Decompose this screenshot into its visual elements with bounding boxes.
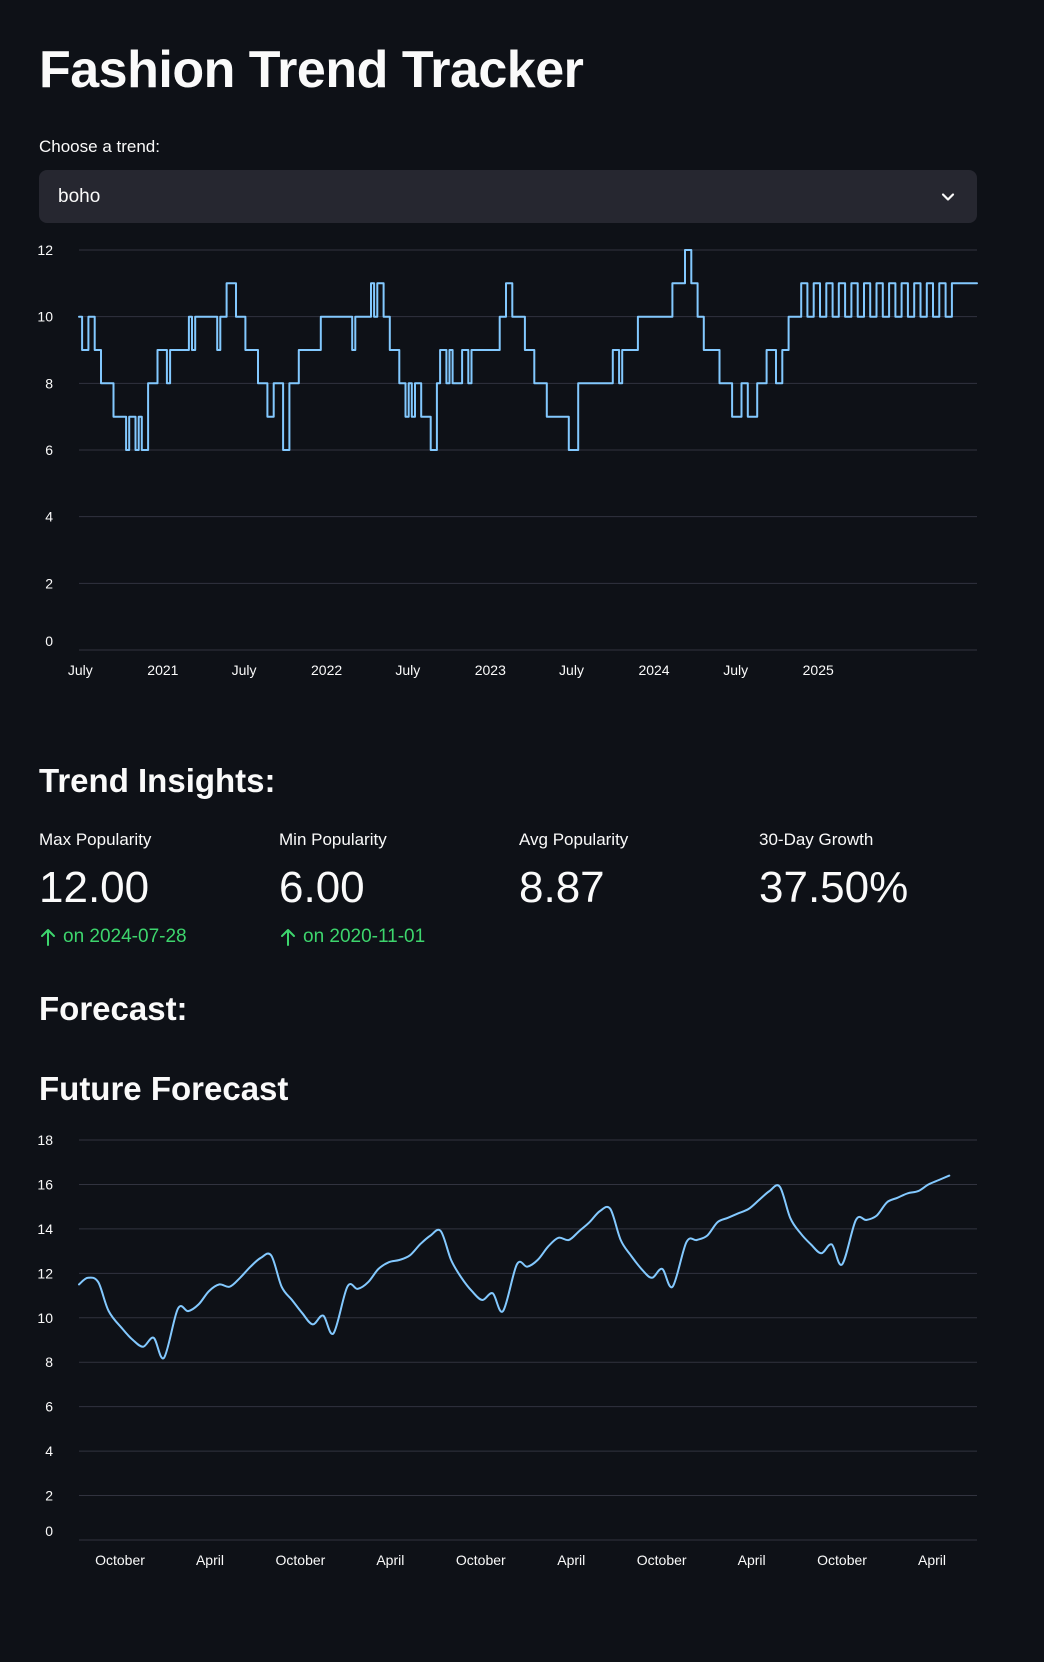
metric-value: 37.50% <box>759 863 909 912</box>
x-tick-label: October <box>817 1552 867 1568</box>
y-tick-label: 16 <box>37 1176 53 1192</box>
history-chart-svg: 0 2 4 6 8 10 12 July 2021 July 2022 July 2023 July 202… <box>37 242 978 678</box>
x-tick-label: October <box>95 1552 145 1568</box>
y-tick-label: 2 <box>45 1488 53 1504</box>
metric-min: Min Popularity 6.00 on 2020-11-01 <box>279 830 509 948</box>
page-title: Fashion Trend Tracker <box>39 41 584 99</box>
metric-value: 12.00 <box>39 863 150 912</box>
history-chart[interactable]: 0 2 4 6 8 10 12 July 2021 July 2022 July 2023 July 202… <box>37 240 978 690</box>
forecast-chart[interactable]: 0 2 4 6 8 10 12 14 16 18 October April October April O… <box>37 1130 977 1580</box>
y-tick-label: 12 <box>37 1265 53 1281</box>
x-tick-label: 2021 <box>147 662 178 678</box>
metric-label: Avg Popularity <box>519 830 629 849</box>
y-tick-label: 4 <box>45 509 53 525</box>
y-tick-label: 8 <box>45 1354 53 1370</box>
metric-avg: Avg Popularity 8.87 <box>519 830 749 910</box>
x-tick-label: July <box>723 662 748 678</box>
y-tick-label: 2 <box>45 575 53 591</box>
x-tick-label: July <box>395 662 420 678</box>
metric-max: Max Popularity 12.00 on 2024-07-28 <box>39 830 269 948</box>
x-tick-label: April <box>918 1552 946 1568</box>
x-tick-label: 2024 <box>638 662 669 678</box>
trend-select-label: Choose a trend: <box>39 137 160 156</box>
y-tick-label: 0 <box>45 633 53 649</box>
forecast-heading: Forecast: <box>39 990 188 1027</box>
y-tick-label: 18 <box>37 1132 53 1148</box>
metric-delta: on 2020-11-01 <box>279 926 509 948</box>
x-tick-label: 2025 <box>803 662 834 678</box>
y-tick-label: 12 <box>37 242 53 258</box>
x-tick-label: April <box>738 1552 766 1568</box>
x-tick-label: July <box>559 662 584 678</box>
y-tick-label: 10 <box>37 309 53 325</box>
forecast-chart-svg: 0 2 4 6 8 10 12 14 16 18 October April October April O… <box>37 1132 977 1568</box>
metric-value: 6.00 <box>279 863 365 912</box>
x-tick-label: 2022 <box>311 662 342 678</box>
x-tick-label: October <box>276 1552 326 1568</box>
insights-heading: Trend Insights: <box>39 762 276 799</box>
arrow-up-icon <box>281 929 295 946</box>
metric-delta-text: on 2024-07-28 <box>63 926 187 947</box>
x-tick-label: April <box>376 1552 404 1568</box>
metric-label: Max Popularity <box>39 830 152 849</box>
metric-label: 30-Day Growth <box>759 830 874 849</box>
metric-label: Min Popularity <box>279 830 387 849</box>
forecast-subheading: Future Forecast <box>39 1070 289 1107</box>
x-tick-label: 2023 <box>475 662 506 678</box>
y-tick-label: 0 <box>45 1523 53 1539</box>
metric-growth: 30-Day Growth 37.50% <box>759 830 989 910</box>
y-tick-label: 4 <box>45 1443 53 1459</box>
metric-delta-text: on 2020-11-01 <box>303 926 426 947</box>
trend-select-value: boho <box>58 185 101 207</box>
y-tick-label: 8 <box>45 375 53 391</box>
x-tick-label: October <box>456 1552 506 1568</box>
x-tick-label: October <box>637 1552 687 1568</box>
y-tick-label: 6 <box>45 442 53 458</box>
x-tick-label: July <box>232 662 257 678</box>
chevron-down-icon <box>941 192 955 201</box>
x-tick-label: April <box>196 1552 224 1568</box>
arrow-up-icon <box>41 929 55 946</box>
metric-delta: on 2024-07-28 <box>39 926 269 948</box>
series-line <box>78 1174 951 1360</box>
series-line <box>78 249 978 451</box>
y-tick-label: 14 <box>37 1221 53 1237</box>
x-tick-label: July <box>68 662 93 678</box>
x-tick-label: April <box>557 1552 585 1568</box>
y-tick-label: 6 <box>45 1399 53 1415</box>
y-tick-label: 10 <box>37 1310 53 1326</box>
metric-value: 8.87 <box>519 863 605 912</box>
trend-select[interactable]: boho <box>39 170 977 223</box>
